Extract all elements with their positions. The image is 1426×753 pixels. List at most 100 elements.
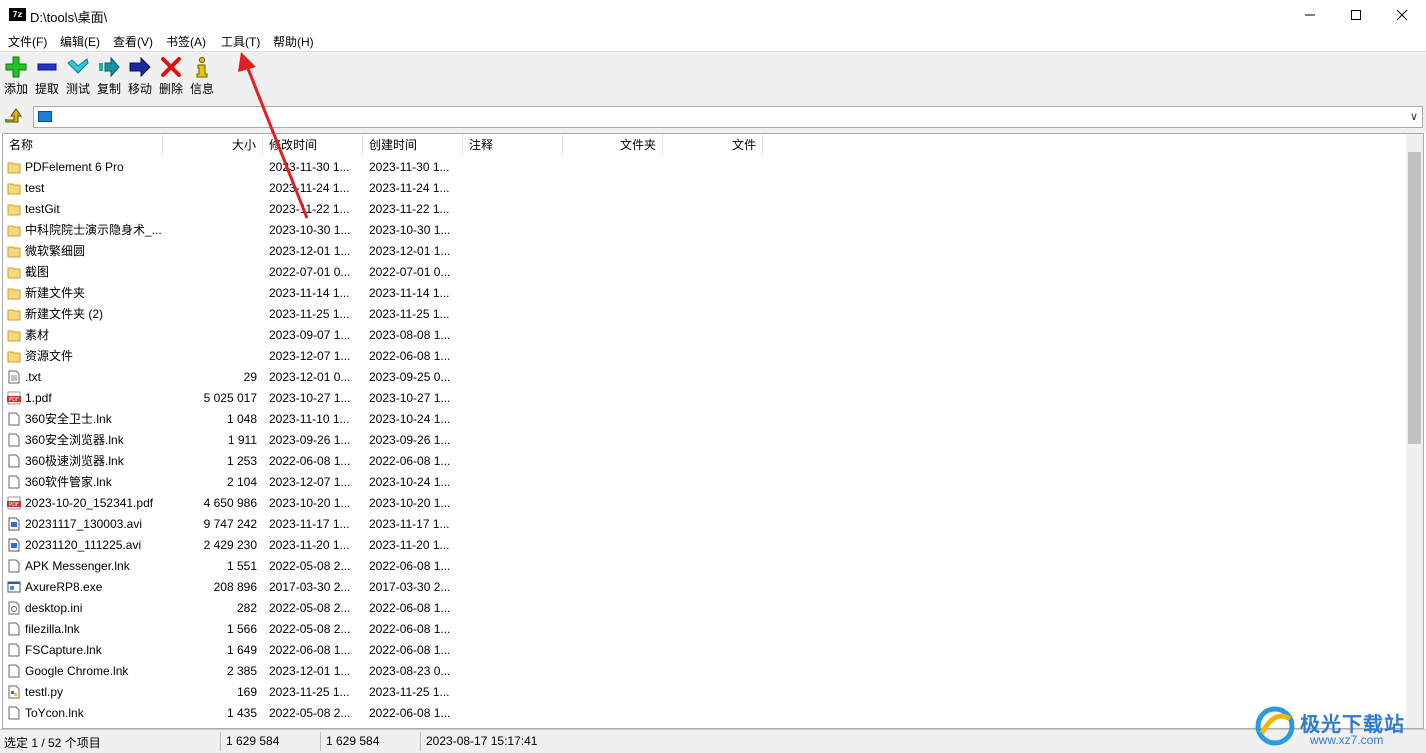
file-name: 1.pdf: [25, 391, 52, 405]
table-row[interactable]: APK Messenger.lnk 1 551 2022-05-08 2... 202…: [3, 556, 1407, 577]
column-comment[interactable]: 注释: [463, 134, 563, 156]
column-files[interactable]: 文件: [663, 134, 763, 156]
add-button[interactable]: 添加: [1, 56, 31, 100]
cell-created: 2022-06-08 1...: [369, 643, 451, 657]
chevron-down-icon[interactable]: ∨: [1410, 110, 1418, 123]
table-row[interactable]: ToYcon.lnk 1 435 2022-05-08 2... 2022-06-08…: [3, 703, 1407, 724]
cell-name[interactable]: testGit: [3, 199, 163, 220]
cell-size: [163, 199, 263, 220]
menu-view[interactable]: 查看(V): [113, 33, 153, 50]
minimize-button[interactable]: [1287, 0, 1333, 30]
table-row[interactable]: .txt 29 2023-12-01 0... 2023-09-25 0...: [3, 367, 1407, 388]
file-rows: PDFelement 6 Pro 2023-11-30 1... 2023-11-3…: [3, 157, 1407, 724]
cell-name[interactable]: 360软件管家.lnk: [3, 472, 163, 493]
column-modified[interactable]: 修改时间: [263, 134, 363, 156]
table-row[interactable]: testl.py 169 2023-11-25 1... 2023-11-25 1..…: [3, 682, 1407, 703]
cell-name[interactable]: 20231120_111225.avi: [3, 535, 163, 556]
table-row[interactable]: AxureRP8.exe 208 896 2017-03-30 2... 2017-0…: [3, 577, 1407, 598]
table-row[interactable]: filezilla.lnk 1 566 2022-05-08 2... 2022-06…: [3, 619, 1407, 640]
cell-name[interactable]: ToYcon.lnk: [3, 703, 163, 724]
close-button[interactable]: [1379, 0, 1425, 30]
cell-name[interactable]: 素材: [3, 325, 163, 346]
menu-bookmarks[interactable]: 书签(A): [166, 33, 206, 50]
menu-edit[interactable]: 编辑(E): [60, 33, 100, 50]
status-size-selected: 1 629 584: [226, 734, 280, 748]
cell-created: 2023-11-17 1...: [369, 517, 450, 531]
cell-name[interactable]: 新建文件夹 (2): [3, 304, 163, 325]
table-row[interactable]: 20231117_130003.avi 9 747 242 2023-11-17 1…: [3, 514, 1407, 535]
cell-size: 1 551: [226, 559, 257, 573]
cell-created: 2023-10-24 1...: [369, 412, 451, 426]
cell-name[interactable]: APK Messenger.lnk: [3, 556, 163, 577]
cell-size: [163, 241, 263, 262]
test-button[interactable]: 测试: [63, 56, 93, 100]
menu-help[interactable]: 帮助(H): [273, 33, 314, 50]
column-size[interactable]: 大小: [163, 134, 263, 156]
scrollbar-thumb[interactable]: [1408, 152, 1421, 444]
table-row[interactable]: 新建文件夹 (2) 2023-11-25 1... 2023-11-25 1...: [3, 304, 1407, 325]
cell-name[interactable]: Google Chrome.lnk: [3, 661, 163, 682]
cell-modified: 2023-11-30 1...: [269, 160, 350, 174]
table-row[interactable]: 新建文件夹 2023-11-14 1... 2023-11-14 1...: [3, 283, 1407, 304]
table-row[interactable]: 360极速浏览器.lnk 1 253 2022-06-08 1... 2022-06-…: [3, 451, 1407, 472]
cell-name[interactable]: 20231117_130003.avi: [3, 514, 163, 535]
cell-name[interactable]: test: [3, 178, 163, 199]
cell-name[interactable]: filezilla.lnk: [3, 619, 163, 640]
cell-name[interactable]: 360安全卫士.lnk: [3, 409, 163, 430]
cell-name[interactable]: PDFelement 6 Pro: [3, 157, 163, 178]
table-row[interactable]: testGit 2023-11-22 1... 2023-11-22 1...: [3, 199, 1407, 220]
parent-folder-button[interactable]: [4, 106, 24, 126]
maximize-button[interactable]: [1333, 0, 1379, 30]
table-row[interactable]: 资源文件 2023-12-07 1... 2022-06-08 1...: [3, 346, 1407, 367]
extract-button[interactable]: 提取: [32, 56, 62, 100]
menu-tools[interactable]: 工具(T): [221, 33, 260, 50]
cell-name[interactable]: testl.py: [3, 682, 163, 703]
vertical-scrollbar[interactable]: [1406, 134, 1423, 728]
table-row[interactable]: 360安全卫士.lnk 1 048 2023-11-10 1... 2023-10-2…: [3, 409, 1407, 430]
table-row[interactable]: 360安全浏览器.lnk 1 911 2023-09-26 1... 2023-09-…: [3, 430, 1407, 451]
file-icon: [8, 454, 20, 468]
cell-name[interactable]: AxureRP8.exe: [3, 577, 163, 598]
table-row[interactable]: PDF 2023-10-20_152341.pdf 4 650 986 2023-10…: [3, 493, 1407, 514]
cell-name[interactable]: 资源文件: [3, 346, 163, 367]
cell-name[interactable]: 中科院院士演示隐身术_...: [3, 220, 163, 241]
table-row[interactable]: PDFelement 6 Pro 2023-11-30 1... 2023-11-3…: [3, 157, 1407, 178]
info-button[interactable]: 信息: [187, 56, 217, 100]
table-row[interactable]: FSCapture.lnk 1 649 2022-06-08 1... 2022-06…: [3, 640, 1407, 661]
cell-name[interactable]: FSCapture.lnk: [3, 640, 163, 661]
cell-name[interactable]: PDF 2023-10-20_152341.pdf: [3, 493, 163, 514]
column-created[interactable]: 创建时间: [363, 134, 463, 156]
table-row[interactable]: 20231120_111225.avi 2 429 230 2023-11-20 1…: [3, 535, 1407, 556]
delete-button[interactable]: 删除: [156, 56, 186, 100]
table-row[interactable]: 截图 2022-07-01 0... 2022-07-01 0...: [3, 262, 1407, 283]
table-row[interactable]: 中科院院士演示隐身术_... 2023-10-30 1... 2023-10-30 …: [3, 220, 1407, 241]
menu-file[interactable]: 文件(F): [8, 33, 47, 50]
cell-size: [163, 178, 263, 199]
table-row[interactable]: 素材 2023-09-07 1... 2023-08-08 1...: [3, 325, 1407, 346]
table-row[interactable]: 360软件管家.lnk 2 104 2023-12-07 1... 2023-10-2…: [3, 472, 1407, 493]
move-button[interactable]: 移动: [125, 56, 155, 100]
cell-modified: 2023-12-01 1...: [269, 664, 351, 678]
cell-name[interactable]: 新建文件夹: [3, 283, 163, 304]
table-row[interactable]: desktop.ini 282 2022-05-08 2... 2022-06-08 …: [3, 598, 1407, 619]
file-icon: [8, 706, 20, 720]
file-list[interactable]: 名称 大小 修改时间 创建时间 注释 文件夹 文件 PDFelement 6 P…: [2, 133, 1424, 729]
table-row[interactable]: PDF 1.pdf 5 025 017 2023-10-27 1... 2023-10-…: [3, 388, 1407, 409]
cell-name[interactable]: PDF 1.pdf: [3, 388, 163, 409]
table-row[interactable]: 微软繁细圆 2023-12-01 1... 2023-12-01 1...: [3, 241, 1407, 262]
column-name[interactable]: 名称: [3, 134, 163, 156]
file-name: testGit: [25, 202, 60, 216]
cell-name[interactable]: desktop.ini: [3, 598, 163, 619]
copy-button[interactable]: 复制: [94, 56, 124, 100]
cell-name[interactable]: .txt: [3, 367, 163, 388]
cell-name[interactable]: 截图: [3, 262, 163, 283]
cell-name[interactable]: 微软繁细圆: [3, 241, 163, 262]
folder-icon: [7, 330, 21, 342]
cell-name[interactable]: 360极速浏览器.lnk: [3, 451, 163, 472]
video-file-icon: [8, 538, 20, 552]
cell-name[interactable]: 360安全浏览器.lnk: [3, 430, 163, 451]
table-row[interactable]: Google Chrome.lnk 2 385 2023-12-01 1... 202…: [3, 661, 1407, 682]
table-row[interactable]: test 2023-11-24 1... 2023-11-24 1...: [3, 178, 1407, 199]
column-folders[interactable]: 文件夹: [563, 134, 663, 156]
path-combobox[interactable]: ∨: [33, 106, 1423, 128]
